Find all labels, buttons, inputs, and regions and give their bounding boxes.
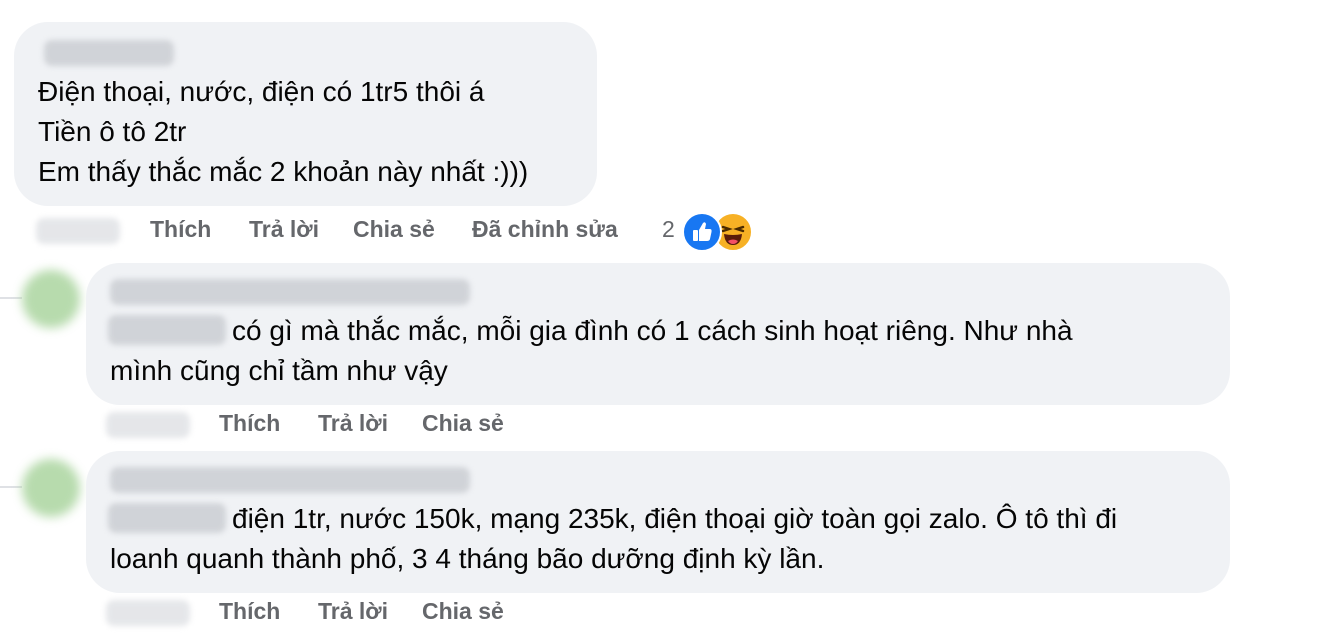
thread-line: [0, 486, 22, 488]
edited-label[interactable]: Đã chỉnh sửa: [472, 216, 618, 243]
comment-actions: Thích Trả lời Chia sẻ: [0, 598, 600, 628]
share-button[interactable]: Chia sẻ: [353, 216, 435, 243]
author-name-blurred[interactable]: [44, 40, 174, 66]
reply-button[interactable]: Trả lời: [318, 598, 388, 625]
comment-actions: Thích Trả lời Chia sẻ: [0, 410, 600, 440]
comment-bubble: điện 1tr, nước 150k, mạng 235k, điện tho…: [86, 451, 1230, 593]
author-name-blurred[interactable]: [110, 467, 470, 493]
author-name-blurred[interactable]: [110, 279, 470, 305]
comment-text-line: loanh quanh thành phố, 3 4 tháng bão dưỡ…: [110, 543, 825, 574]
comment-actions: Thích Trả lời Chia sẻ Đã chỉnh sửa 2: [0, 212, 800, 252]
mention-blurred[interactable]: [108, 315, 226, 345]
like-button[interactable]: Thích: [150, 216, 211, 243]
share-button[interactable]: Chia sẻ: [422, 598, 504, 625]
like-button[interactable]: Thích: [219, 410, 280, 437]
timestamp-blurred[interactable]: [106, 412, 190, 438]
like-button[interactable]: Thích: [219, 598, 280, 625]
reply-button[interactable]: Trả lời: [318, 410, 388, 437]
timestamp-blurred[interactable]: [36, 218, 120, 244]
like-icon[interactable]: [682, 212, 722, 252]
reaction-count[interactable]: 2: [662, 216, 675, 243]
share-button[interactable]: Chia sẻ: [422, 410, 504, 437]
mention-blurred[interactable]: [108, 503, 226, 533]
comment-text-line: Tiền ô tô 2tr: [38, 116, 187, 147]
comment-text-line: Em thấy thắc mắc 2 khoản này nhất :))): [38, 156, 529, 187]
comment-bubble: có gì mà thắc mắc, mỗi gia đình có 1 các…: [86, 263, 1230, 405]
comment-text-line: mình cũng chỉ tầm như vậy: [110, 355, 448, 386]
comment-text-line: điện 1tr, nước 150k, mạng 235k, điện tho…: [232, 503, 1118, 534]
avatar[interactable]: [22, 459, 80, 517]
comment-text-line: Điện thoại, nước, điện có 1tr5 thôi á: [38, 76, 485, 107]
avatar[interactable]: [22, 270, 80, 328]
timestamp-blurred[interactable]: [106, 600, 190, 626]
thread-line: [0, 297, 22, 299]
comment-bubble: Điện thoại, nước, điện có 1tr5 thôi á Ti…: [14, 22, 597, 206]
reply-button[interactable]: Trả lời: [249, 216, 319, 243]
comment-text-line: có gì mà thắc mắc, mỗi gia đình có 1 các…: [232, 315, 1073, 346]
